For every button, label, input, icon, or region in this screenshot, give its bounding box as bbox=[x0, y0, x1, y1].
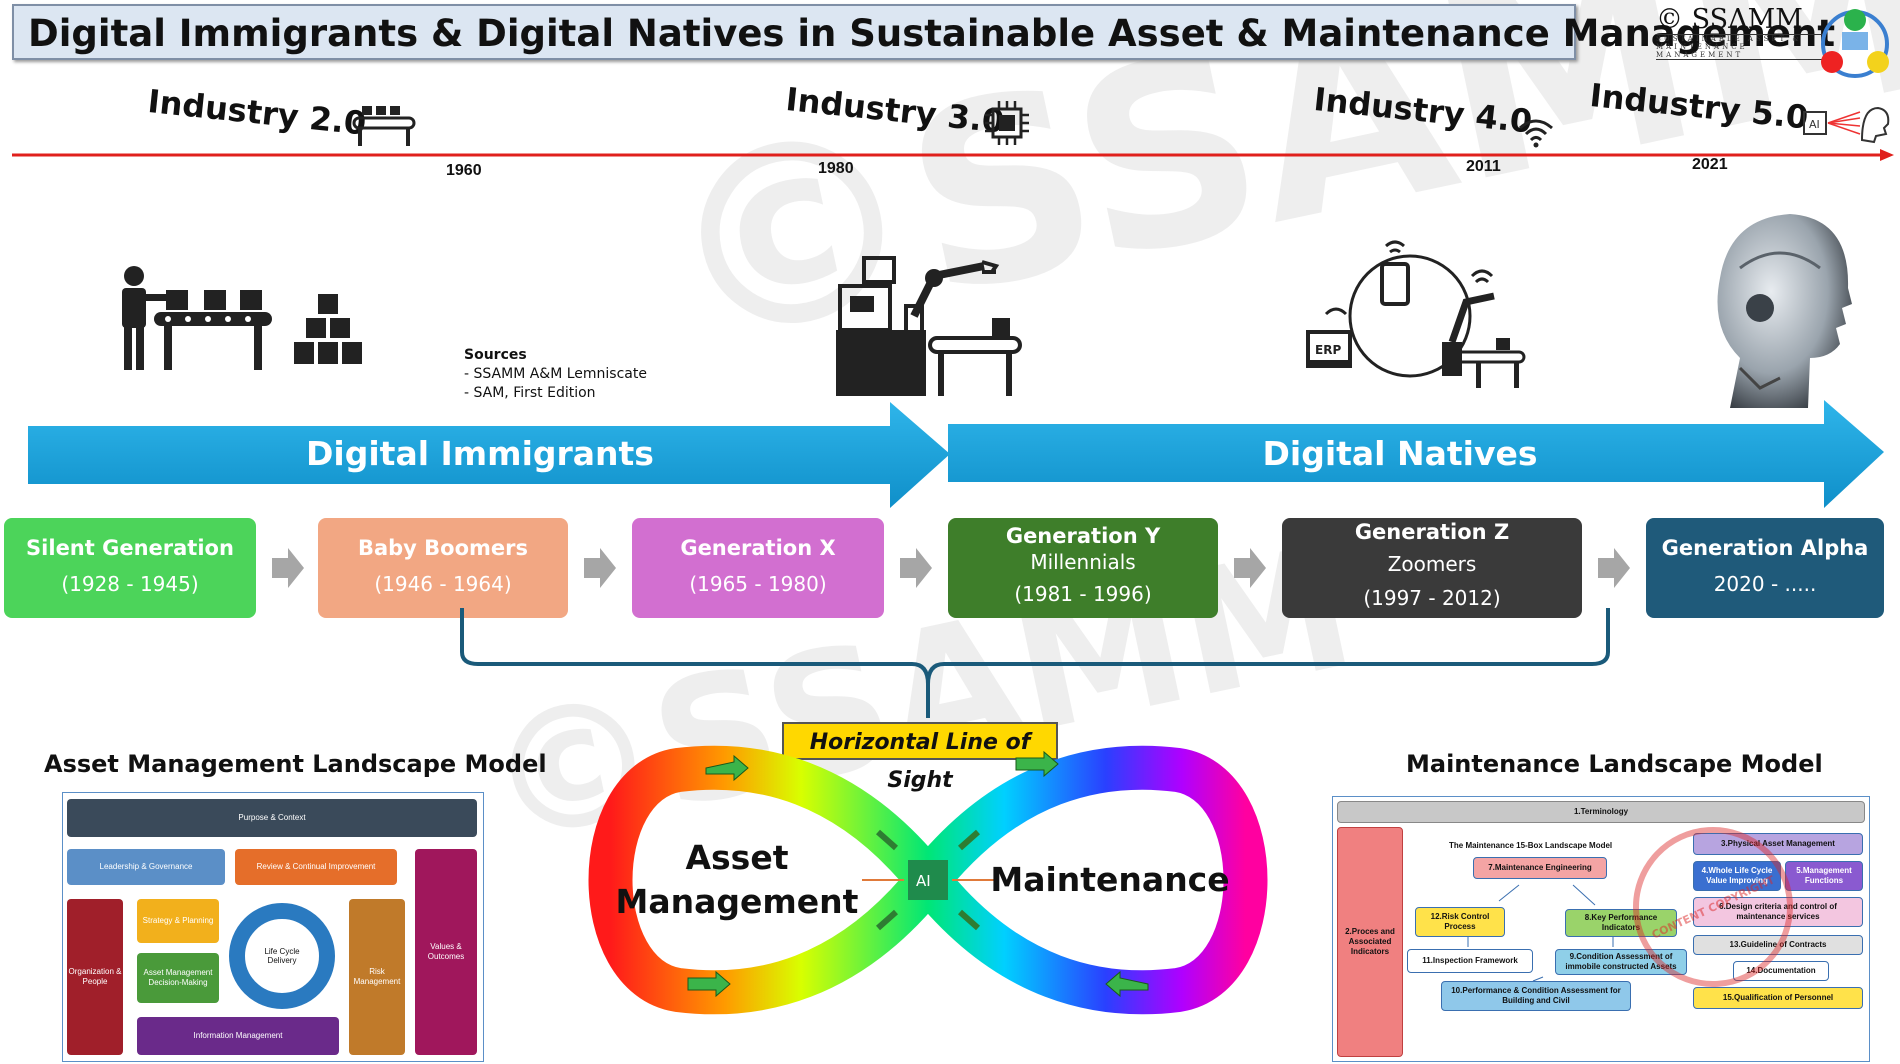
chevron-right-icon bbox=[1234, 548, 1266, 588]
erp-label: ERP bbox=[1315, 343, 1341, 357]
am-review: Review & Continual Improvement bbox=[235, 849, 397, 885]
am-lifecycle-ring: Life Cycle Delivery bbox=[229, 903, 335, 1009]
am-values: Values & Outcomes bbox=[415, 849, 477, 1055]
logo-subtitle: SUSTAINABLE ASSET & MAINTENANCE MANAGEME… bbox=[1656, 34, 1826, 60]
worker-conveyor-icon bbox=[122, 266, 362, 370]
am-leadership: Leadership & Governance bbox=[67, 849, 225, 885]
generation-chevrons bbox=[272, 548, 1630, 588]
ai-humanoid-head-image bbox=[1717, 214, 1852, 408]
conveyor-small-icon bbox=[352, 106, 416, 146]
chevron-right-icon bbox=[900, 548, 932, 588]
chevron-right-icon bbox=[1598, 548, 1630, 588]
sources-item: - SSAMM A&M Lemniscate bbox=[464, 366, 647, 382]
logo-text: © SSΛMM bbox=[1656, 4, 1803, 35]
chevron-right-icon bbox=[584, 548, 616, 588]
sustainability-venn-icon bbox=[1821, 9, 1889, 78]
stamp-text: CONTENT COPYRIGHT bbox=[1649, 872, 1777, 942]
am-info: Information Management bbox=[137, 1017, 339, 1055]
ai-head-small-icon: AI bbox=[1803, 106, 1890, 144]
generation-bracket bbox=[460, 608, 1610, 718]
wifi-icon bbox=[1519, 119, 1553, 148]
ml-model-diagram: 1.Terminology The Maintenance 15-Box Lan… bbox=[1332, 796, 1870, 1062]
sources-item: - SAM, First Edition bbox=[464, 385, 596, 401]
industry-2-label: Industry 2.0 bbox=[146, 82, 368, 143]
am-org: Organization & People bbox=[67, 899, 123, 1055]
year-1980: 1980 bbox=[818, 160, 854, 177]
page-title: Digital Immigrants & Digital Natives in … bbox=[12, 4, 1835, 60]
digital-natives-label: Digital Natives bbox=[1262, 434, 1538, 473]
am-model-diagram: Purpose & Context Leadership & Governanc… bbox=[62, 792, 484, 1062]
chip-icon bbox=[985, 101, 1029, 145]
iot-erp-icon: ERP bbox=[1306, 240, 1526, 388]
am-risk: Risk Management bbox=[349, 899, 405, 1055]
digital-immigrants-label: Digital Immigrants bbox=[306, 434, 654, 473]
am-decision: Asset Management Decision-Making bbox=[137, 953, 219, 1003]
ai-chip-label: AI bbox=[916, 872, 931, 890]
year-2021: 2021 bbox=[1692, 156, 1728, 173]
lemniscate-maintenance-label: Maintenance bbox=[990, 860, 1230, 899]
label-line: Asset bbox=[685, 838, 789, 877]
ml-model-title: Maintenance Landscape Model bbox=[1406, 750, 1823, 778]
svg-text:AI: AI bbox=[1809, 118, 1820, 131]
am-strategy: Strategy & Planning bbox=[137, 899, 219, 943]
generation-name: Generation Z bbox=[1354, 520, 1510, 544]
year-1960: 1960 bbox=[446, 162, 482, 179]
timeline-line bbox=[12, 149, 1894, 161]
year-2011: 2011 bbox=[1466, 158, 1501, 175]
am-lifecycle-label: Life Cycle Delivery bbox=[264, 947, 300, 965]
label-line: Management bbox=[615, 882, 859, 921]
generation-name: Generation Y bbox=[1005, 524, 1161, 548]
robot-arm-factory-icon bbox=[836, 256, 1022, 396]
lemniscate-asset-management-label: Asset Management bbox=[612, 836, 862, 924]
am-model-title: Asset Management Landscape Model bbox=[44, 750, 547, 778]
chevron-right-icon bbox=[272, 548, 304, 588]
sources-heading: Sources bbox=[464, 347, 527, 363]
sources-note: Sources - SSAMM A&M Lemniscate - SAM, Fi… bbox=[464, 346, 647, 403]
am-purpose: Purpose & Context bbox=[67, 799, 477, 837]
